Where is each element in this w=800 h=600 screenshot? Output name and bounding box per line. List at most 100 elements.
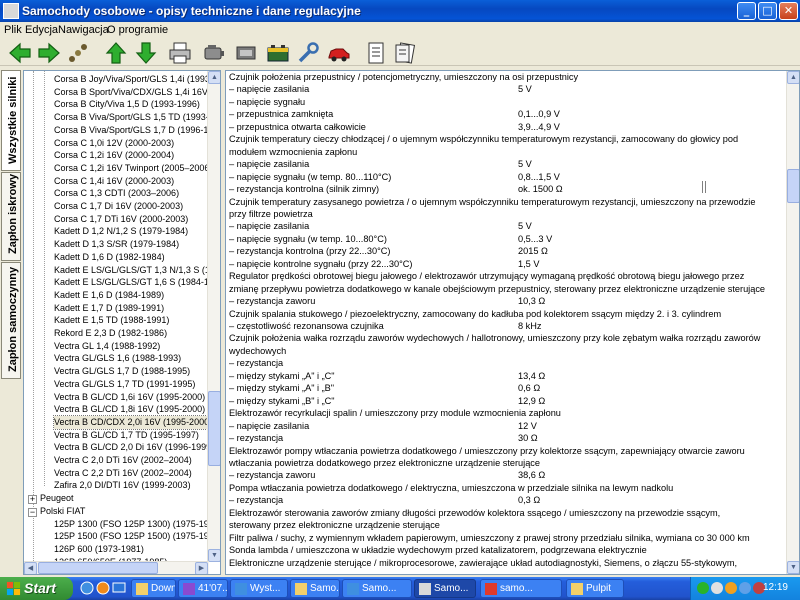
tree-item[interactable]: Vectra B GL/CD 1,8i 16V (1995-2000)	[54, 403, 205, 416]
collapse-icon[interactable]: −	[28, 507, 37, 517]
tree-item[interactable]: Vectra C 2,2 DTi 16V (2002–2004)	[54, 467, 192, 480]
vehicle-tree[interactable]: Corsa B Joy/Viva/Sport/GLS 1,4i (1993 Cor…	[23, 70, 221, 575]
tree-item[interactable]: Kadett D 1,3 S/SR (1979-1984)	[54, 238, 179, 251]
taskbar-button[interactable]: 41'07...	[178, 579, 228, 598]
maximize-button[interactable]: □	[758, 2, 777, 20]
ecu-icon[interactable]	[234, 41, 258, 65]
path-icon[interactable]	[66, 41, 90, 65]
tree-item[interactable]: Vectra B GL/CD 1,6i 16V (1995-2000)	[54, 391, 205, 404]
tree-item[interactable]: Corsa C 1,3 CDTI (2003–2006)	[54, 187, 179, 200]
tray-volume-icon[interactable]	[739, 582, 751, 594]
printer-icon[interactable]	[168, 41, 192, 65]
spec-content[interactable]: Czujnik położenia przepustnicy / potencj…	[225, 70, 800, 575]
tree-item[interactable]: Corsa C 1,0i 12V (2000-2003)	[54, 137, 174, 150]
tree-item[interactable]: Vectra B GL/CD 1,7 TD (1995-1997)	[54, 429, 199, 442]
scroll-left-button[interactable]: ◀	[24, 562, 37, 574]
taskbar-button[interactable]: Wyst...	[230, 579, 288, 598]
quicklaunch-desktop-icon[interactable]	[112, 581, 126, 595]
taskbar-button[interactable]: samo...	[480, 579, 562, 598]
quicklaunch-browser-icon[interactable]	[80, 581, 94, 595]
main-window: Samochody osobowe - opisy techniczne i d…	[0, 0, 800, 577]
tree-item[interactable]: 126P 600 (1973-1981)	[54, 543, 144, 556]
wrench-icon[interactable]	[296, 41, 320, 65]
tree-horizontal-scrollbar[interactable]: ◀ ▶	[24, 561, 209, 574]
menu-o-programie[interactable]: O programie	[107, 24, 168, 36]
tree-item[interactable]: Kadett D 1,6 D (1982-1984)	[54, 251, 165, 264]
tree-item[interactable]: Corsa B City/Viva 1,5 D (1993-1996)	[54, 98, 200, 111]
tree-item[interactable]: Corsa C 1,2i 16V Twinport (2005–2006	[54, 162, 209, 175]
tree-item[interactable]: Corsa C 1,4i 16V (2000-2003)	[54, 175, 174, 188]
scroll-down-button[interactable]: ▼	[787, 561, 799, 574]
tree-item[interactable]: 125P 1500 (FSO 125P 1500) (1975-19	[54, 530, 209, 543]
tree-item[interactable]: Zafira 2,0 DI/DTI 16V (1999-2003)	[54, 479, 191, 492]
tree-item[interactable]: 125P 1300 (FSO 125P 1300) (1975-19	[54, 518, 209, 531]
tray-update-icon[interactable]	[725, 582, 737, 594]
tree-item[interactable]: Vectra GL/GLS 1,7 TD (1991-1995)	[54, 378, 195, 391]
document-icon[interactable]	[364, 41, 388, 65]
taskbar-button[interactable]: Down...	[131, 579, 176, 598]
tree-item[interactable]: Kadett E 1,5 TD (1988-1991)	[54, 314, 169, 327]
back-arrow-icon[interactable]	[8, 41, 32, 65]
title-bar[interactable]: Samochody osobowe - opisy techniczne i d…	[0, 0, 800, 22]
tree-item[interactable]: Kadett D 1,2 N/1,2 S (1979-1984)	[54, 225, 188, 238]
tab-wszystkie-silniki[interactable]: Wszystkie silniki	[1, 70, 21, 171]
menu-nawigacja[interactable]: Nawigacja	[58, 24, 109, 36]
app-icon[interactable]	[3, 3, 19, 19]
tree-item[interactable]: Corsa C 1,7 Di 16V (2000-2003)	[54, 200, 183, 213]
scroll-right-button[interactable]: ▶	[195, 562, 208, 574]
scroll-up-button[interactable]: ▲	[787, 71, 799, 84]
clock[interactable]: 12:19	[763, 582, 788, 593]
taskbar-button[interactable]: Samo...	[290, 579, 340, 598]
tree-item[interactable]: Corsa B Viva/Sport/GLS 1,7 D (1996-1998)	[54, 124, 220, 137]
scroll-thumb[interactable]	[208, 391, 220, 466]
tree-item[interactable]: Kadett E LS/GL/GLS/GT 1,3 N/1,3 S (1	[54, 264, 210, 277]
tree-vertical-scrollbar[interactable]: ▲ ▼	[207, 71, 220, 562]
tree-item[interactable]: Vectra GL/GLS 1,6 (1988-1993)	[54, 352, 181, 365]
forward-arrow-icon[interactable]	[37, 41, 61, 65]
engine-icon[interactable]	[202, 41, 226, 65]
minimize-button[interactable]: _	[737, 2, 756, 20]
tree-item[interactable]: Vectra B CD/CDX 2,0i 16V (1995-2000	[52, 414, 211, 430]
tree-item[interactable]: Vectra GL 1,4 (1988-1992)	[54, 340, 160, 353]
tray-status-icon[interactable]	[697, 582, 709, 594]
close-button[interactable]: ✕	[779, 2, 798, 20]
scroll-up-button[interactable]: ▲	[208, 71, 220, 84]
tab-zaplon-samoczynny[interactable]: Zapłon samoczynny	[1, 262, 21, 379]
tree-item[interactable]: Vectra GL/GLS 1,7 D (1988-1995)	[54, 365, 190, 378]
notes-icon[interactable]	[393, 41, 417, 65]
tree-item[interactable]: Corsa C 1,2i 16V (2000-2004)	[54, 149, 174, 162]
start-button[interactable]: Start	[0, 577, 73, 600]
taskbar-button-label: 41'07...	[198, 583, 228, 594]
content-vertical-scrollbar[interactable]: ▲ ▼	[786, 71, 799, 574]
tree-item[interactable]: Vectra B GL/CD 2,0 Di 16V (1996-1999	[54, 441, 211, 454]
spec-label: – rezystancja	[229, 433, 284, 444]
down-arrow-icon[interactable]	[134, 41, 158, 65]
tree-item[interactable]: Kadett E 1,7 D (1989-1991)	[54, 302, 164, 315]
tree-item[interactable]: Kadett E 1,6 D (1984-1989)	[54, 289, 164, 302]
tab-label: Zapłon iskrowy	[7, 173, 19, 254]
tab-zaplon-iskrowy[interactable]: Zapłon iskrowy	[1, 172, 21, 261]
menu-edycja[interactable]: Edycja	[25, 24, 58, 36]
quicklaunch-media-icon[interactable]	[96, 581, 110, 595]
taskbar-button[interactable]: Samo...	[414, 579, 476, 598]
tree-item[interactable]: Corsa B Viva/Sport/GLS 1,5 TD (1993-	[54, 111, 209, 124]
tree-group[interactable]: + Peugeot	[28, 492, 74, 505]
tree-item[interactable]: Corsa B Sport/Viva/CDX/GLS 1,4i 16V	[54, 86, 208, 99]
tree-group[interactable]: − Polski FIAT	[28, 505, 85, 518]
scroll-thumb[interactable]	[38, 562, 158, 574]
taskbar-button[interactable]: Pulpit	[566, 579, 624, 598]
menu-plik[interactable]: Plik	[4, 24, 22, 36]
tree-item[interactable]: Vectra C 2,0 DTi 16V (2002–2004)	[54, 454, 192, 467]
battery-icon[interactable]	[266, 41, 290, 65]
up-arrow-icon[interactable]	[104, 41, 128, 65]
scroll-thumb[interactable]	[787, 169, 799, 203]
tree-item[interactable]: Corsa C 1,7 DTi 16V (2000-2003)	[54, 213, 188, 226]
tree-item[interactable]: Corsa B Joy/Viva/Sport/GLS 1,4i (1993	[54, 73, 210, 86]
scroll-down-button[interactable]: ▼	[208, 549, 220, 562]
expand-icon[interactable]: +	[28, 495, 37, 505]
car-icon[interactable]	[327, 41, 351, 65]
taskbar-button[interactable]: Samo...	[342, 579, 412, 598]
tree-item[interactable]: Rekord E 2,3 D (1982-1986)	[54, 327, 167, 340]
tray-network-icon[interactable]	[711, 582, 723, 594]
tree-item[interactable]: Kadett E LS/GL/GLS/GT 1,6 S (1984-19	[54, 276, 214, 289]
